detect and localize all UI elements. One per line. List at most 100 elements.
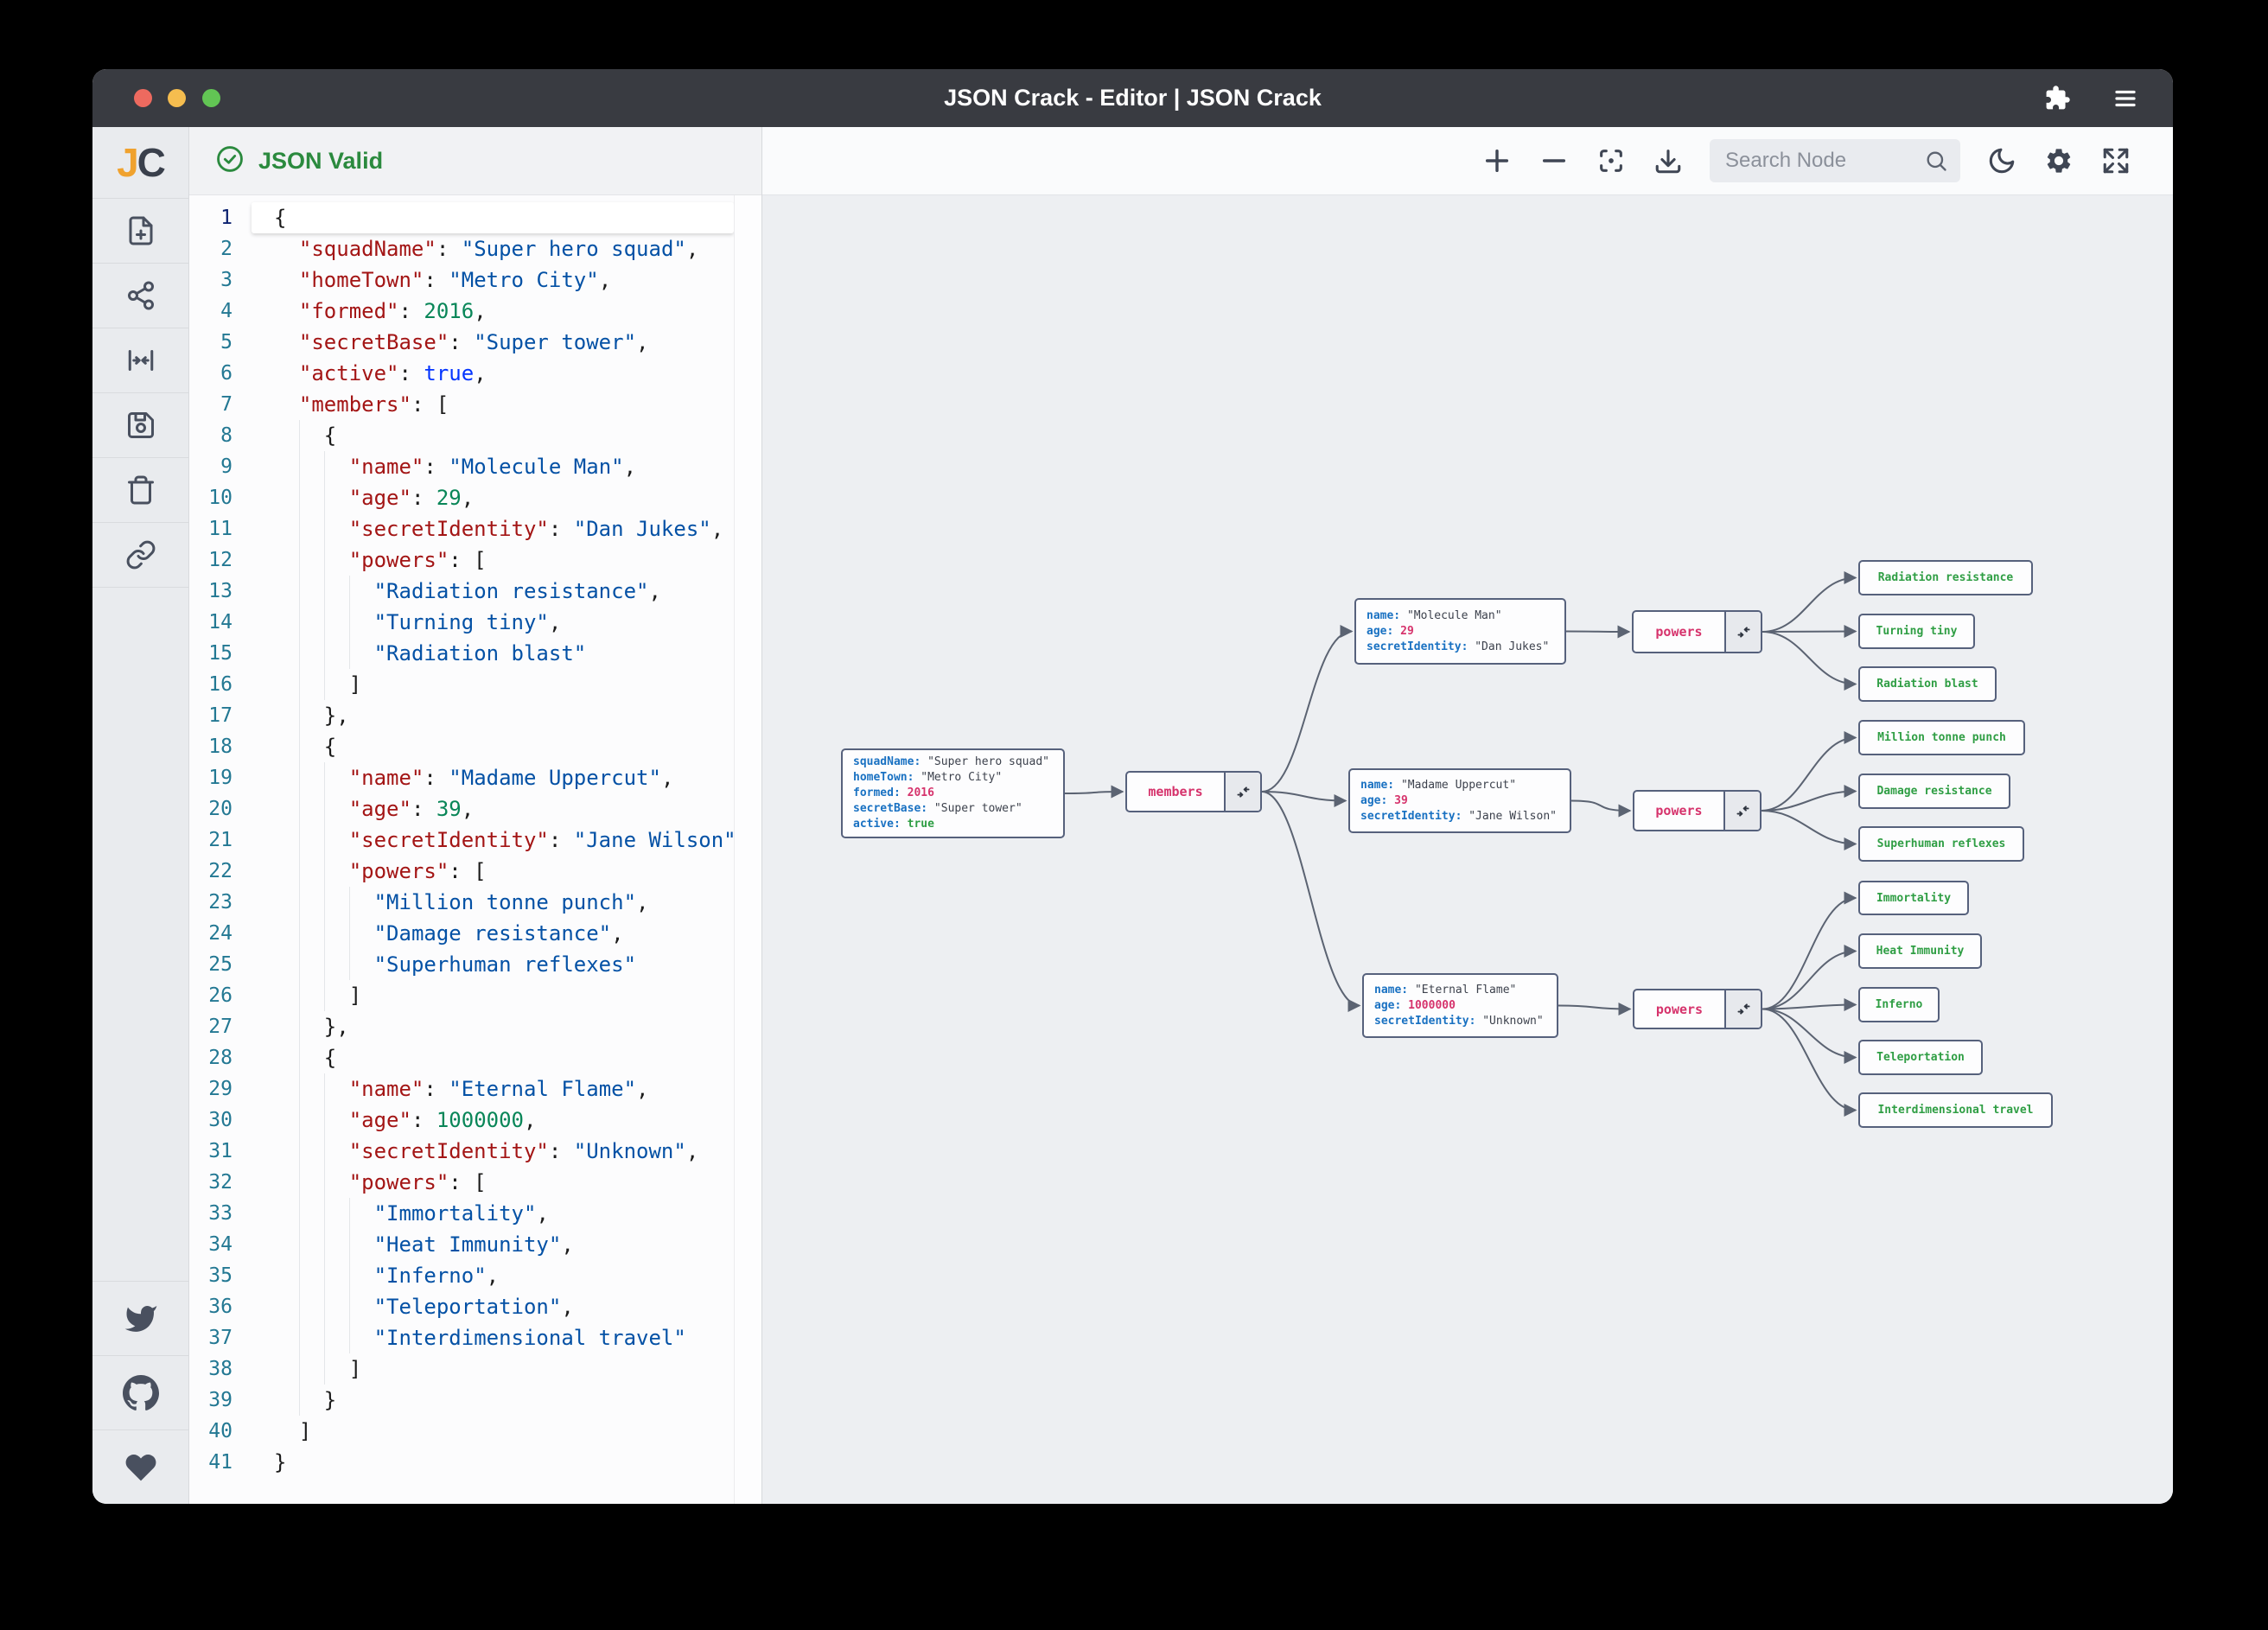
editor-line-40[interactable]: 40] <box>189 1416 761 1447</box>
new-document-button[interactable] <box>92 199 188 264</box>
graph-node-powers[interactable]: powers <box>1632 610 1762 653</box>
collapse-children-button[interactable] <box>1224 773 1260 811</box>
editor-line-32[interactable]: 32"powers": [ <box>189 1167 761 1198</box>
graph-node-damage-resistance[interactable]: Damage resistance <box>1858 774 2010 809</box>
github-button[interactable] <box>92 1355 188 1429</box>
dark-mode-moon-button[interactable] <box>1986 145 2017 176</box>
editor-line-17[interactable]: 17}, <box>189 700 761 731</box>
graph-node-members[interactable]: members <box>1125 771 1262 812</box>
graph-node-immortality[interactable]: Immortality <box>1858 881 1969 915</box>
editor-line-1[interactable]: 1{ <box>189 202 761 233</box>
line-number: 26 <box>189 980 252 1011</box>
window-title: JSON Crack - Editor | JSON Crack <box>92 85 2173 111</box>
fullscreen-button[interactable] <box>2100 145 2131 176</box>
editor-line-22[interactable]: 22"powers": [ <box>189 856 761 887</box>
editor-line-41[interactable]: 41} <box>189 1447 761 1478</box>
graph-node-radiation-resistance[interactable]: Radiation resistance <box>1858 560 2033 595</box>
graph-view-button[interactable] <box>92 264 188 328</box>
editor-line-3[interactable]: 3"homeTown": "Metro City", <box>189 264 761 296</box>
editor-line-31[interactable]: 31"secretIdentity": "Unknown", <box>189 1136 761 1167</box>
graph-node-m0[interactable]: name: "Molecule Man"age: 29secretIdentit… <box>1354 598 1566 665</box>
editor-line-14[interactable]: 14"Turning tiny", <box>189 607 761 638</box>
download-button[interactable] <box>1653 145 1684 176</box>
collapse-children-button[interactable] <box>1724 612 1761 652</box>
graph-canvas[interactable]: squadName: "Super hero squad"homeTown: "… <box>762 195 2173 1504</box>
delete-button[interactable] <box>92 458 188 523</box>
editor-line-13[interactable]: 13"Radiation resistance", <box>189 576 761 607</box>
editor-line-35[interactable]: 35"Inferno", <box>189 1260 761 1291</box>
save-button[interactable] <box>92 393 188 458</box>
settings-gear-button[interactable] <box>2043 145 2074 176</box>
graph-node-root[interactable]: squadName: "Super hero squad"homeTown: "… <box>841 748 1065 838</box>
editor-line-25[interactable]: 25"Superhuman reflexes" <box>189 949 761 980</box>
graph-node-inferno[interactable]: Inferno <box>1858 987 1940 1022</box>
graph-node-m1[interactable]: name: "Madame Uppercut"age: 39secretIden… <box>1348 768 1571 833</box>
collapse-children-button[interactable] <box>1724 990 1761 1028</box>
extension-puzzle-icon[interactable] <box>2044 85 2071 111</box>
editor-line-29[interactable]: 29"name": "Eternal Flame", <box>189 1073 761 1105</box>
graph-node-million-tonne-punch[interactable]: Million tonne punch <box>1858 720 2025 755</box>
graph-node-superhuman-reflexes[interactable]: Superhuman reflexes <box>1858 826 2024 862</box>
graph-node-teleportation[interactable]: Teleportation <box>1858 1040 1983 1075</box>
editor-line-24[interactable]: 24"Damage resistance", <box>189 918 761 949</box>
delete-icon <box>125 474 156 506</box>
editor-line-16[interactable]: 16] <box>189 669 761 700</box>
editor-line-18[interactable]: 18{ <box>189 731 761 762</box>
line-number: 36 <box>189 1291 252 1322</box>
zoom-out-button[interactable] <box>1539 145 1570 176</box>
graph-node-turning-tiny[interactable]: Turning tiny <box>1858 614 1975 649</box>
editor-line-28[interactable]: 28{ <box>189 1042 761 1073</box>
editor-line-27[interactable]: 27}, <box>189 1011 761 1042</box>
code-editor[interactable]: 1{2"squadName": "Super hero squad",3"hom… <box>189 195 761 1504</box>
graph-node-interdimensional-travel[interactable]: Interdimensional travel <box>1858 1092 2053 1128</box>
editor-line-23[interactable]: 23"Million tonne punch", <box>189 887 761 918</box>
graph-edge <box>1262 792 1360 1006</box>
editor-scrollbar[interactable] <box>734 195 761 1504</box>
browser-menu-icon[interactable] <box>2112 86 2138 111</box>
editor-line-15[interactable]: 15"Radiation blast" <box>189 638 761 669</box>
twitter-button[interactable] <box>92 1281 188 1355</box>
line-number: 40 <box>189 1416 252 1447</box>
editor-line-9[interactable]: 9"name": "Molecule Man", <box>189 451 761 482</box>
editor-line-19[interactable]: 19"name": "Madame Uppercut", <box>189 762 761 793</box>
center-focus-button[interactable] <box>1596 145 1627 176</box>
editor-line-20[interactable]: 20"age": 39, <box>189 793 761 825</box>
editor-line-37[interactable]: 37"Interdimensional travel" <box>189 1322 761 1353</box>
editor-line-38[interactable]: 38] <box>189 1353 761 1385</box>
editor-line-2[interactable]: 2"squadName": "Super hero squad", <box>189 233 761 264</box>
editor-line-21[interactable]: 21"secretIdentity": "Jane Wilson", <box>189 825 761 856</box>
editor-line-4[interactable]: 4"formed": 2016, <box>189 296 761 327</box>
graph-node-powers[interactable]: powers <box>1633 989 1762 1029</box>
editor-line-10[interactable]: 10"age": 29, <box>189 482 761 513</box>
editor-line-34[interactable]: 34"Heat Immunity", <box>189 1229 761 1260</box>
graph-edge <box>1762 811 1856 844</box>
zoom-in-button[interactable] <box>1481 145 1513 176</box>
editor-line-30[interactable]: 30"age": 1000000, <box>189 1105 761 1136</box>
fold-nodes-button[interactable] <box>92 328 188 393</box>
editor-line-6[interactable]: 6"active": true, <box>189 358 761 389</box>
search-node-input[interactable] <box>1710 139 1960 182</box>
jsoncrack-logo[interactable]: JC <box>92 127 188 199</box>
line-number: 12 <box>189 544 252 576</box>
editor-line-33[interactable]: 33"Immortality", <box>189 1198 761 1229</box>
editor-line-8[interactable]: 8{ <box>189 420 761 451</box>
sponsor-heart-button[interactable] <box>92 1429 188 1504</box>
graph-node-m2[interactable]: name: "Eternal Flame"age: 1000000secretI… <box>1362 973 1558 1038</box>
line-number: 41 <box>189 1447 252 1478</box>
share-link-button[interactable] <box>92 523 188 588</box>
graph-node-radiation-blast[interactable]: Radiation blast <box>1858 666 1997 702</box>
collapse-children-button[interactable] <box>1723 792 1760 830</box>
download-icon <box>1653 146 1683 175</box>
editor-line-7[interactable]: 7"members": [ <box>189 389 761 420</box>
editor-line-12[interactable]: 12"powers": [ <box>189 544 761 576</box>
line-number: 27 <box>189 1011 252 1042</box>
sidebar-spacer <box>92 588 188 1281</box>
editor-line-5[interactable]: 5"secretBase": "Super tower", <box>189 327 761 358</box>
graph-node-powers[interactable]: powers <box>1633 790 1762 831</box>
editor-line-26[interactable]: 26] <box>189 980 761 1011</box>
editor-line-39[interactable]: 39} <box>189 1385 761 1416</box>
json-editor-panel: JSON Valid 1{2"squadName": "Super hero s… <box>189 127 762 1504</box>
editor-line-36[interactable]: 36"Teleportation", <box>189 1291 761 1322</box>
editor-line-11[interactable]: 11"secretIdentity": "Dan Jukes", <box>189 513 761 544</box>
graph-node-heat-immunity[interactable]: Heat Immunity <box>1858 933 1982 969</box>
